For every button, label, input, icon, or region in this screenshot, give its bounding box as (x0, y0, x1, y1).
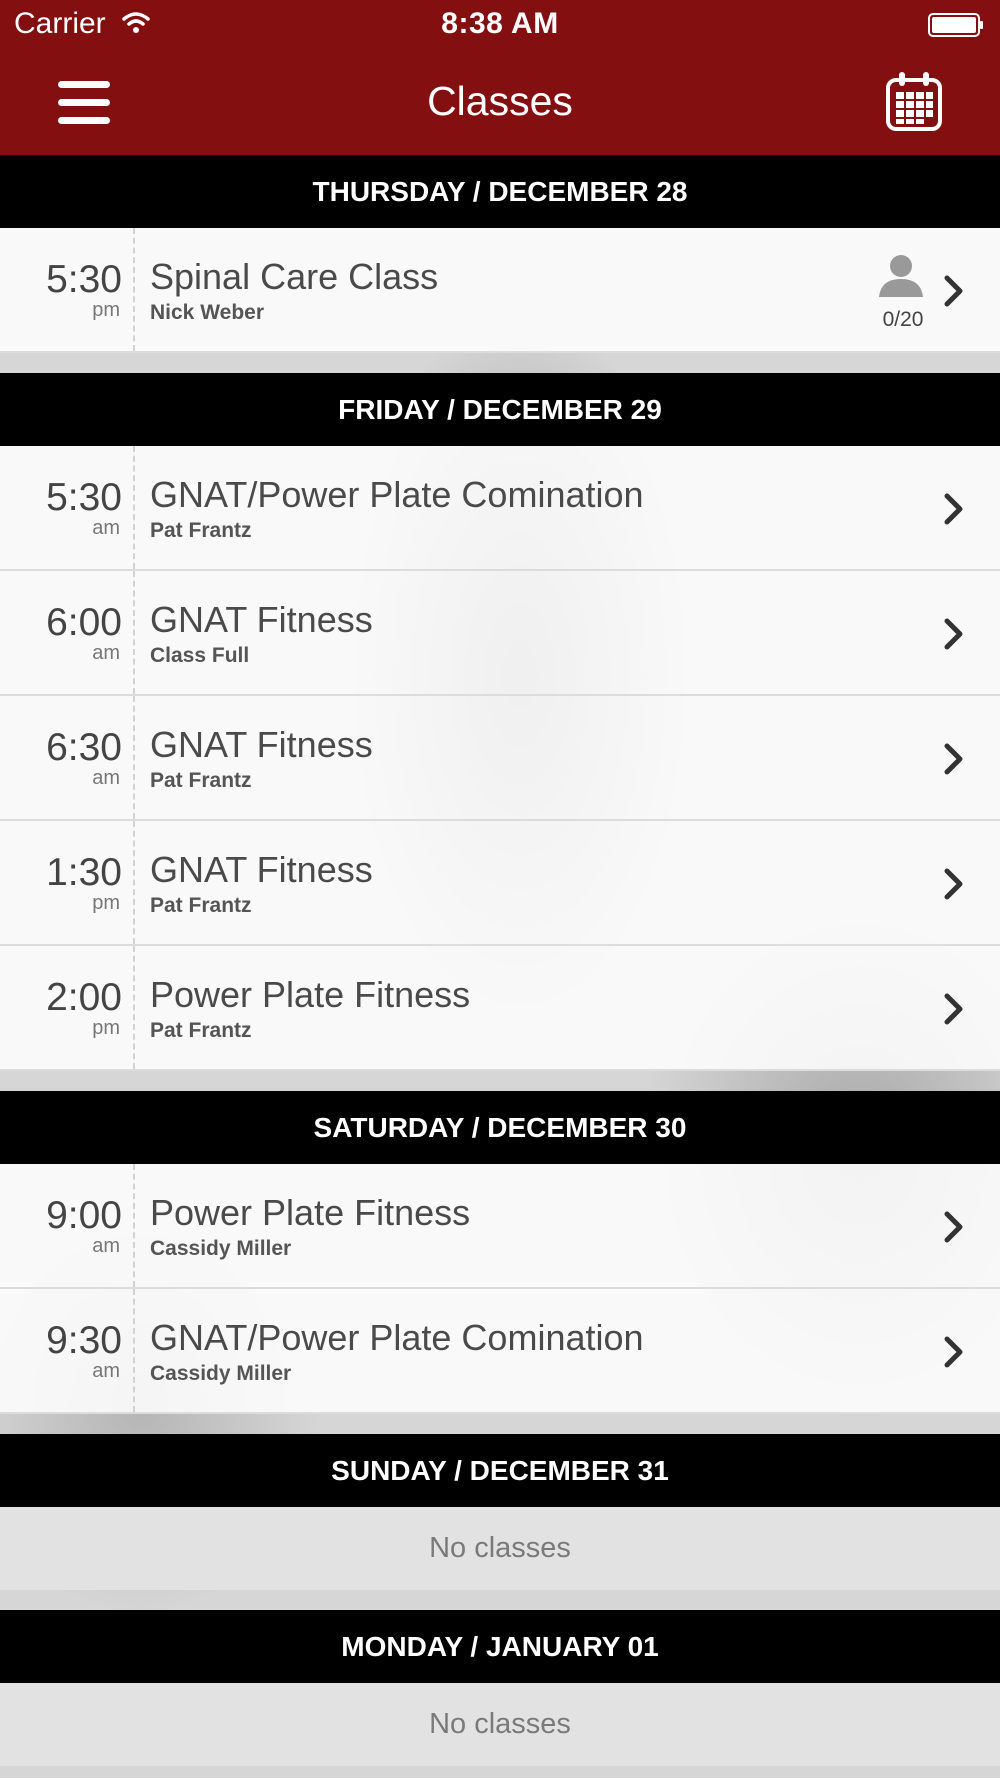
class-row[interactable]: 6:00 am GNAT Fitness Class Full (0, 571, 1000, 696)
class-instructor: Nick Weber (150, 301, 264, 324)
class-ampm: pm (92, 1017, 120, 1039)
person-icon (879, 255, 923, 297)
class-name: GNAT Fitness (150, 849, 373, 890)
status-bar: Carrier 8:38 AM (0, 0, 1000, 50)
class-name: Power Plate Fitness (150, 1192, 471, 1233)
class-instructor: Pat Frantz (150, 894, 252, 917)
class-time: 9:00 (46, 1194, 122, 1237)
class-ampm: am (92, 767, 120, 789)
class-ampm: am (92, 1235, 120, 1257)
class-schedule-list: THURSDAY / DECEMBER 28 5:30 pm Spinal Ca… (0, 155, 1000, 1766)
class-ampm: am (92, 517, 120, 539)
calendar-icon[interactable] (885, 70, 943, 132)
class-time: 5:30 (46, 476, 122, 519)
chevron-right-icon (944, 618, 963, 650)
day-header: THURSDAY / DECEMBER 28 (0, 155, 1000, 228)
chevron-right-icon (944, 1211, 963, 1243)
class-time: 5:30 (46, 258, 122, 301)
no-classes-message: No classes (0, 1683, 1000, 1766)
chevron-right-icon (944, 868, 963, 900)
class-name: Power Plate Fitness (150, 974, 471, 1015)
class-time: 9:30 (46, 1319, 122, 1362)
class-instructor: Pat Frantz (150, 519, 252, 542)
class-row[interactable]: 9:30 am GNAT/Power Plate Comination Cass… (0, 1289, 1000, 1414)
class-ampm: am (92, 642, 120, 664)
chevron-right-icon (944, 1336, 963, 1368)
class-time: 6:30 (46, 726, 122, 769)
class-name: GNAT Fitness (150, 599, 373, 640)
chevron-right-icon (944, 743, 963, 775)
day-header: SATURDAY / DECEMBER 30 (0, 1091, 1000, 1164)
class-name: GNAT/Power Plate Comination (150, 474, 644, 515)
class-instructor: Cassidy Miller (150, 1362, 292, 1385)
day-header: MONDAY / JANUARY 01 (0, 1610, 1000, 1683)
class-row[interactable]: 5:30 am GNAT/Power Plate Comination Pat … (0, 446, 1000, 571)
class-instructor: Pat Frantz (150, 769, 252, 792)
class-name: GNAT/Power Plate Comination (150, 1317, 644, 1358)
no-classes-message: No classes (0, 1507, 1000, 1590)
class-row[interactable]: 2:00 pm Power Plate Fitness Pat Frantz (0, 946, 1000, 1071)
class-capacity: 0/20 (882, 308, 924, 331)
class-name: Spinal Care Class (150, 256, 439, 297)
class-instructor: Class Full (150, 644, 250, 667)
nav-bar: Classes (0, 50, 1000, 155)
chevron-right-icon (944, 275, 963, 307)
class-row[interactable]: 6:30 am GNAT Fitness Pat Frantz (0, 696, 1000, 821)
class-ampm: pm (92, 892, 120, 914)
battery-icon (928, 13, 983, 37)
status-time: 8:38 AM (441, 7, 559, 40)
class-ampm: pm (92, 299, 120, 321)
class-time: 1:30 (46, 851, 122, 894)
page-title: Classes (427, 78, 573, 124)
day-header: SUNDAY / DECEMBER 31 (0, 1434, 1000, 1507)
class-time: 2:00 (46, 976, 122, 1019)
class-instructor: Cassidy Miller (150, 1237, 292, 1260)
class-time: 6:00 (46, 601, 122, 644)
class-instructor: Pat Frantz (150, 1019, 252, 1042)
day-header: FRIDAY / DECEMBER 29 (0, 373, 1000, 446)
chevron-right-icon (944, 493, 963, 525)
class-row[interactable]: 9:00 am Power Plate Fitness Cassidy Mill… (0, 1164, 1000, 1289)
class-row[interactable]: 1:30 pm GNAT Fitness Pat Frantz (0, 821, 1000, 946)
chevron-right-icon (944, 993, 963, 1025)
class-name: GNAT Fitness (150, 724, 373, 765)
class-row[interactable]: 5:30 pm Spinal Care Class Nick Weber 0/2… (0, 228, 1000, 353)
class-ampm: am (92, 1360, 120, 1382)
